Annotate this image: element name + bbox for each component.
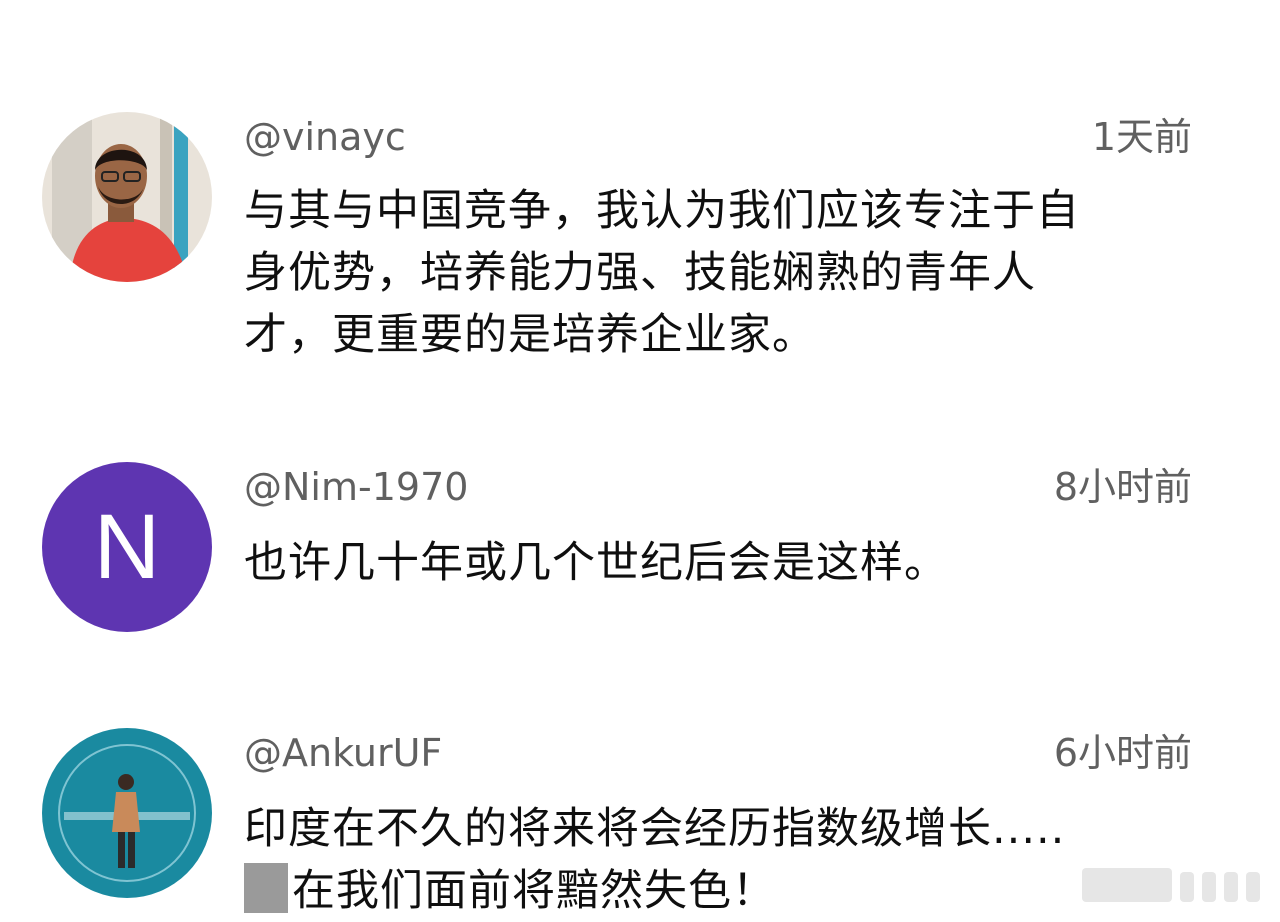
watermark-bar-icon xyxy=(1246,872,1260,902)
user-photo-icon xyxy=(42,112,212,282)
comment-text-line: 印度在不久的将来将会经历指数级增长..... xyxy=(244,804,1066,854)
comment-text: 也许几十年或几个世纪后会是这样。 xyxy=(244,532,1194,594)
watermark-logo-icon xyxy=(1082,868,1172,902)
avatar[interactable] xyxy=(42,728,212,898)
letter-avatar-icon: N xyxy=(42,462,212,632)
comment-username[interactable]: @AnkurUF xyxy=(244,730,442,776)
comment-text: 与其与中国竞争，我认为我们应该专注于自 身优势，培养能力强、技能娴熟的青年人 才… xyxy=(244,180,1194,366)
avatar[interactable]: N xyxy=(42,462,212,632)
avatar[interactable] xyxy=(42,112,212,282)
comment-username[interactable]: @vinayc xyxy=(244,114,406,160)
watermark-bar-icon xyxy=(1180,872,1194,902)
comment-text-line: 也许几十年或几个世纪后会是这样。 xyxy=(244,538,948,588)
channel-logo-icon xyxy=(42,728,212,898)
comment-text-line-wrapper: 在我们面前将黯然失色！ xyxy=(244,860,1194,922)
comment-timestamp[interactable]: 1天前 xyxy=(1092,114,1192,160)
comment-timestamp[interactable]: 6小时前 xyxy=(1054,730,1192,776)
comment-text-line: 在我们面前将黯然失色！ xyxy=(292,866,776,916)
redacted-block xyxy=(244,863,288,913)
watermark xyxy=(1082,868,1260,902)
watermark-bar-icon xyxy=(1202,872,1216,902)
watermark-bar-icon xyxy=(1224,872,1238,902)
comment-timestamp[interactable]: 8小时前 xyxy=(1054,464,1192,510)
comment-text-line: 才，更重要的是培养企业家。 xyxy=(244,310,816,360)
comment-text: 印度在不久的将来将会经历指数级增长..... 在我们面前将黯然失色！ xyxy=(244,798,1194,922)
comment-text-line: 与其与中国竞争，我认为我们应该专注于自 xyxy=(244,186,1080,236)
comment-username[interactable]: @Nim-1970 xyxy=(244,464,468,510)
comment-text-line: 身优势，培养能力强、技能娴熟的青年人 xyxy=(244,248,1036,298)
